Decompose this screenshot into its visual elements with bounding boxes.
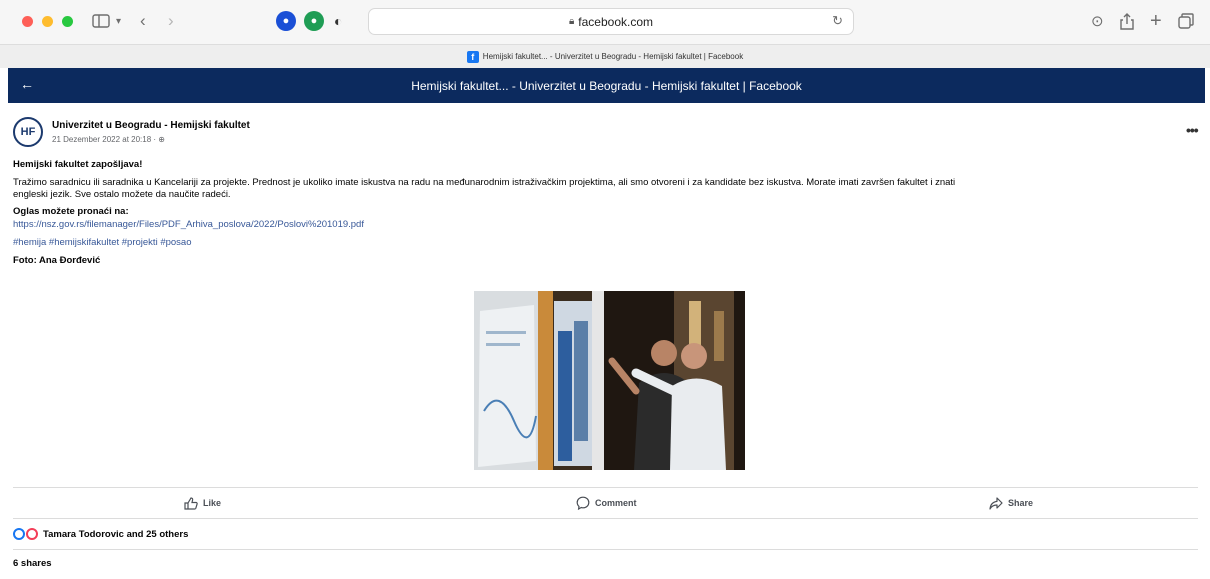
- share-icon[interactable]: [1120, 9, 1134, 33]
- share-label: Share: [1008, 498, 1034, 508]
- shares-count[interactable]: 6 shares: [13, 558, 52, 569]
- post-ad-label: Oglas možete pronaći na:: [13, 206, 129, 217]
- photo-credit: Foto: Ana Đorđević: [13, 255, 101, 266]
- tab-overview-icon[interactable]: [1178, 9, 1194, 33]
- page-name-link[interactable]: Univerzitet u Beogradu - Hemijski fakult…: [52, 120, 250, 131]
- divider: [13, 487, 1198, 488]
- chevron-down-icon[interactable]: ▾: [116, 9, 121, 33]
- page-avatar[interactable]: HF: [13, 117, 43, 147]
- reactions-summary[interactable]: Tamara Todorovic and 25 others: [13, 527, 188, 541]
- divider: [13, 518, 1198, 519]
- downloads-icon[interactable]: ⊙: [1091, 9, 1104, 33]
- page-header: ← Hemijski fakultet... - Univerzitet u B…: [8, 68, 1205, 103]
- reactions-text: Tamara Todorovic and 25 others: [43, 528, 189, 540]
- comment-bubble-icon: [576, 496, 590, 510]
- tab-title: Hemijski fakultet... - Univerzitet u Beo…: [482, 52, 744, 61]
- like-label: Like: [203, 498, 222, 508]
- back-arrow-icon[interactable]: ←: [20, 76, 34, 92]
- thumbs-up-icon: [184, 496, 198, 510]
- more-options-icon[interactable]: •••: [1186, 122, 1199, 138]
- window-minimize-button[interactable]: [42, 16, 53, 27]
- like-button[interactable]: Like: [184, 495, 221, 511]
- post-photo[interactable]: [474, 291, 745, 470]
- love-reaction-icon: [26, 528, 38, 540]
- avatar-initials: HF: [20, 126, 36, 138]
- back-icon[interactable]: ‹: [140, 9, 146, 33]
- lock-icon: 🔒︎: [568, 16, 575, 27]
- url-text: facebook.com: [578, 14, 654, 29]
- post-link[interactable]: https://nsz.gov.rs/filemanager/Files/PDF…: [13, 219, 364, 231]
- forward-icon[interactable]: ›: [168, 9, 174, 33]
- post-date[interactable]: 21 Dezember 2022 at 20:18 · ⊕: [52, 135, 165, 144]
- post-headline: Hemijski fakultet zapošljava!: [13, 159, 143, 170]
- extension-grammar-icon[interactable]: ●: [304, 11, 324, 31]
- header-title: Hemijski fakultet... - Univerzitet u Beo…: [411, 78, 802, 93]
- facebook-favicon-icon: f: [466, 50, 479, 63]
- window-maximize-button[interactable]: [62, 16, 73, 27]
- reload-icon[interactable]: ↻: [832, 13, 843, 29]
- reader-mode-icon[interactable]: ◐: [334, 9, 342, 33]
- share-button[interactable]: Share: [989, 495, 1033, 511]
- address-bar[interactable]: 🔒︎ facebook.com ↻: [368, 8, 854, 35]
- tab-bar[interactable]: f Hemijski fakultet... - Univerzitet u B…: [0, 44, 1210, 68]
- browser-toolbar: ▾ ‹ › ● ● ◐ 🔒︎ facebook.com ↻ ⊙ +: [0, 0, 1210, 44]
- like-reaction-icon: [13, 528, 25, 540]
- post-body-line-1: Tražimo saradnicu ili saradnika u Kancel…: [13, 177, 956, 188]
- comment-button[interactable]: Comment: [576, 495, 637, 511]
- comment-label: Comment: [595, 498, 637, 508]
- sidebar-toggle-icon[interactable]: [92, 9, 110, 33]
- share-arrow-icon: [989, 496, 1003, 510]
- extension-shield-icon[interactable]: ●: [276, 11, 296, 31]
- post-body-line-2: engleski jezik. Sve ostalo možete da nau…: [13, 189, 231, 200]
- divider: [13, 549, 1198, 550]
- post-hashtags[interactable]: #hemija #hemijskifakultet #projekti #pos…: [13, 237, 192, 249]
- window-close-button[interactable]: [22, 16, 33, 27]
- new-tab-icon[interactable]: +: [1150, 9, 1162, 33]
